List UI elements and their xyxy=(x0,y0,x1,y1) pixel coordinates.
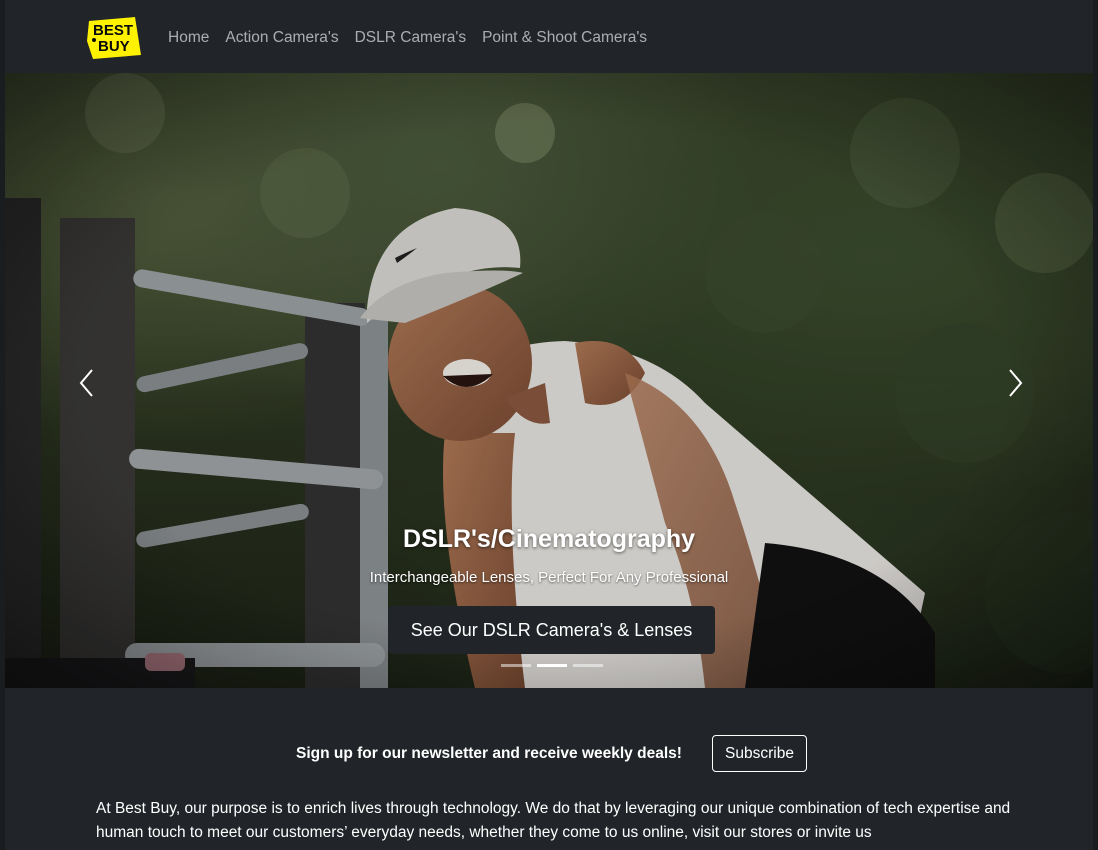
svg-text:BEST: BEST xyxy=(93,22,133,39)
carousel-indicators xyxy=(501,664,603,667)
carousel-next-button[interactable] xyxy=(995,363,1035,403)
carousel-prev-button[interactable] xyxy=(67,363,107,403)
navbar: BEST BUY Home Action Camera's DSLR Camer… xyxy=(5,0,1093,73)
newsletter-text: Sign up for our newsletter and receive w… xyxy=(296,745,682,762)
svg-text:BUY: BUY xyxy=(98,38,130,55)
nav-point-shoot-cameras[interactable]: Point & Shoot Camera's xyxy=(474,28,655,48)
carousel-caption-title: DSLR's/Cinematography xyxy=(402,525,696,553)
chevron-right-icon xyxy=(1009,369,1023,397)
carousel-indicator-3[interactable] xyxy=(573,664,603,667)
carousel-caption-subtitle: Interchangeable Lenses, Perfect For Any … xyxy=(369,569,729,586)
chevron-left-icon xyxy=(79,369,93,397)
nav-links: Home Action Camera's DSLR Camera's Point… xyxy=(168,28,655,48)
page: BEST BUY Home Action Camera's DSLR Camer… xyxy=(0,0,1098,850)
carousel-slide-image xyxy=(5,73,1093,688)
nav-dslr-cameras[interactable]: DSLR Camera's xyxy=(347,28,475,48)
best-buy-logo[interactable]: BEST BUY xyxy=(85,15,143,59)
about-paragraph: At Best Buy, our purpose is to enrich li… xyxy=(96,800,1011,841)
nav-action-cameras[interactable]: Action Camera's xyxy=(217,28,346,48)
hero-carousel: DSLR's/Cinematography Interchangeable Le… xyxy=(5,73,1093,688)
subscribe-button[interactable]: Subscribe xyxy=(712,735,807,772)
nav-home[interactable]: Home xyxy=(168,28,217,48)
carousel-indicator-1[interactable] xyxy=(501,664,531,667)
see-dslr-cameras-button[interactable]: See Our DSLR Camera's & Lenses xyxy=(388,606,715,654)
carousel-indicator-2[interactable] xyxy=(537,664,567,667)
